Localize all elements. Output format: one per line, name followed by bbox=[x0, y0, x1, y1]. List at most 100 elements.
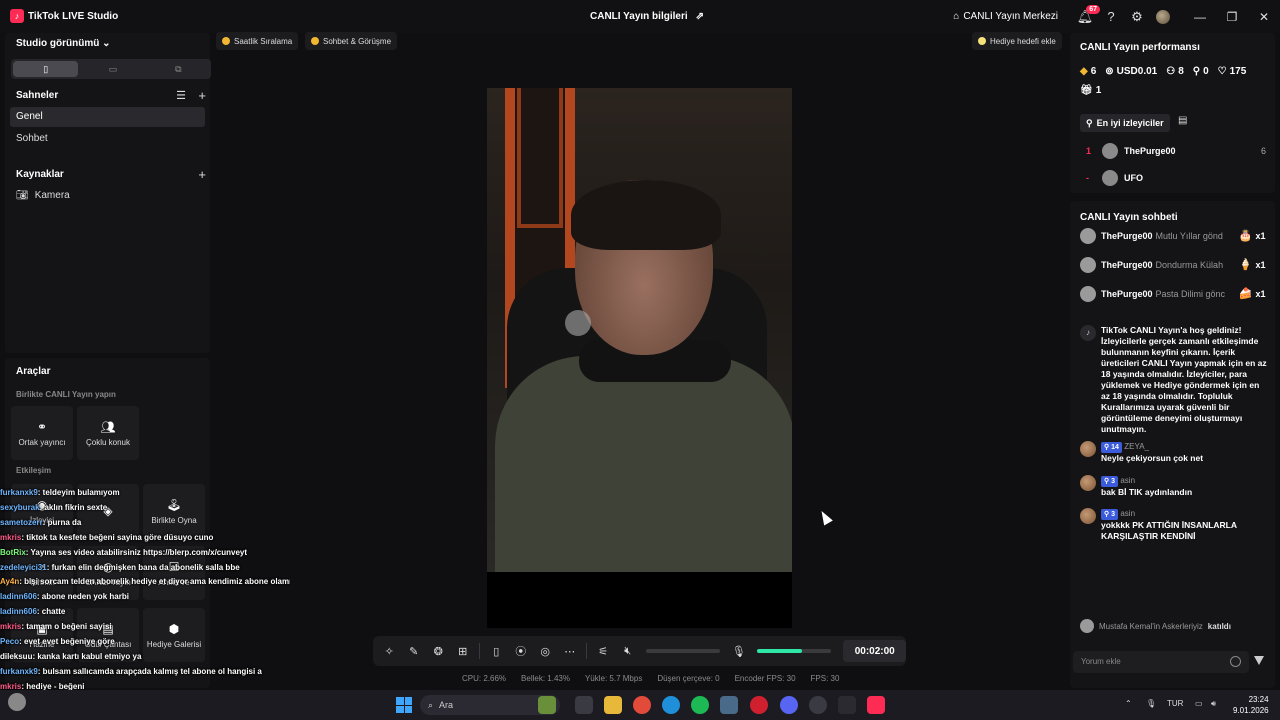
edit-button[interactable]: ✎ bbox=[402, 645, 427, 658]
opera-icon[interactable] bbox=[750, 696, 768, 714]
chat-title: CANLI Yayın sohbeti bbox=[1080, 212, 1178, 223]
studio-view-dropdown[interactable]: Studio görünümü ⌄ bbox=[16, 38, 111, 49]
discord-icon[interactable] bbox=[780, 696, 798, 714]
overlay-chat-line: sametozerr: purna da bbox=[0, 517, 82, 527]
volume-icon[interactable]: 🔊︎ bbox=[1211, 699, 1216, 709]
co-host-button[interactable]: ⚭ Ortak yayıncı bbox=[11, 406, 73, 460]
effects-icon: ❂ bbox=[433, 645, 443, 658]
list-icon[interactable]: ☰ bbox=[176, 89, 186, 102]
gift-icon: 🎁︎ bbox=[1080, 85, 1093, 96]
gift-goal-chip[interactable]: Hediye hedefi ekle bbox=[972, 32, 1062, 50]
snapshot-icon: ◎ bbox=[540, 645, 551, 658]
speaker-mute-button[interactable]: 🔇︎ bbox=[615, 645, 640, 658]
coin-icon: ⊚ bbox=[1105, 66, 1114, 77]
top-viewer-row[interactable]: - UFO bbox=[1086, 170, 1266, 186]
tray-mic-icon[interactable]: 🎙︎ bbox=[1146, 699, 1156, 708]
avatar bbox=[1080, 619, 1094, 633]
emoji-icon[interactable] bbox=[1230, 656, 1241, 667]
gift-message: ThePurge00 Dondurma Külah 🍦 x1 bbox=[1080, 255, 1270, 275]
send-icon[interactable] bbox=[1254, 656, 1264, 665]
taskbar-app-icon[interactable] bbox=[538, 696, 556, 714]
hourly-ranking-chip[interactable]: Saatlik Sıralama bbox=[216, 32, 299, 50]
level-badge: ⚲ 14 bbox=[1101, 442, 1122, 453]
chrome-icon[interactable] bbox=[633, 696, 651, 714]
edge-icon[interactable] bbox=[662, 696, 680, 714]
scenes-header: Sahneler bbox=[16, 90, 59, 101]
portrait-layout-button[interactable]: ▯ bbox=[13, 61, 79, 77]
maximize-button[interactable]: ❐ bbox=[1216, 0, 1248, 33]
join-notice: Mustafa Kemal'in Askerleriyiz katıldı bbox=[1080, 619, 1231, 633]
stream-preview[interactable] bbox=[487, 88, 792, 628]
avatar bbox=[1102, 170, 1118, 186]
file-explorer-icon[interactable] bbox=[604, 696, 622, 714]
gear-icon: ⚙ bbox=[1131, 8, 1143, 24]
overlay-chat-line: zedeleyici31: furkan elin değmişken bana… bbox=[0, 562, 240, 572]
chair-logo-icon bbox=[565, 310, 591, 336]
layout-selector: ▯ ▭ ⧉ bbox=[11, 59, 211, 79]
overlay-chat-line: mkris: tiktok ta kesfete beğeni sayina g… bbox=[0, 532, 214, 542]
mic-volume-slider[interactable] bbox=[756, 649, 832, 653]
obs-icon[interactable] bbox=[809, 696, 827, 714]
stream-timer: 00:02:00 bbox=[843, 640, 907, 662]
live-info-button[interactable]: CANLI Yayın bilgileri ⇗ bbox=[590, 11, 704, 22]
add-media-button[interactable]: ⊞ bbox=[451, 645, 476, 658]
taskbar-clock[interactable]: 23:24 9.01.2026 bbox=[1233, 694, 1269, 716]
spotify-icon[interactable] bbox=[691, 696, 709, 714]
landscape-layout-button[interactable]: ▭ bbox=[80, 59, 145, 79]
add-scene-button[interactable]: + bbox=[198, 88, 206, 103]
more-icon: ⋯ bbox=[564, 645, 576, 658]
portrait-button[interactable]: ▯ bbox=[484, 645, 509, 658]
avatar bbox=[1080, 441, 1096, 457]
scene-item-sohbet[interactable]: Sohbet bbox=[10, 129, 205, 149]
tray-chevron-icon[interactable]: ⌃ bbox=[1125, 699, 1132, 708]
terminal-icon[interactable] bbox=[838, 696, 856, 714]
background-frame bbox=[517, 88, 563, 228]
magic-wand-button[interactable]: ✧ bbox=[377, 645, 402, 658]
users-icon: 👥︎ bbox=[100, 419, 116, 434]
speaker-volume-slider[interactable] bbox=[645, 649, 721, 653]
overlay-chat-line: sexyburak: aklın fikrin sexte bbox=[0, 502, 108, 512]
add-source-button[interactable]: + bbox=[198, 167, 206, 182]
minimize-button[interactable]: — bbox=[1184, 0, 1216, 33]
snapshot-button[interactable]: ◎ bbox=[533, 645, 558, 658]
overlay-chat-line: mkris: tamam o beğeni sayisi bbox=[0, 622, 112, 632]
viewers-stat: ⚇ 8 bbox=[1166, 66, 1184, 77]
steam-icon[interactable] bbox=[720, 696, 738, 714]
profile-button[interactable] bbox=[1150, 4, 1176, 30]
dual-layout-button[interactable]: ⧉ bbox=[146, 59, 211, 79]
comment-input[interactable]: Yorum ekle bbox=[1073, 651, 1249, 673]
live-center-label: CANLI Yayın Merkezi bbox=[963, 11, 1058, 22]
search-icon: ⌕ bbox=[428, 699, 434, 710]
mic-button[interactable]: 🎙︎ bbox=[726, 645, 751, 658]
leaderboard-icon[interactable]: ▤ bbox=[1178, 115, 1187, 126]
effects-button[interactable]: ❂ bbox=[426, 645, 451, 658]
earnings-stat: ⊚ USD0.01 bbox=[1105, 66, 1158, 77]
clock-date: 9.01.2026 bbox=[1233, 706, 1269, 715]
windows-start-icon[interactable] bbox=[396, 697, 412, 713]
help-button[interactable]: ? bbox=[1098, 4, 1124, 30]
more-button[interactable]: ⋯ bbox=[557, 645, 582, 658]
ice-cream-gift-icon: 🍦 bbox=[1238, 259, 1253, 271]
scene-item-genel[interactable]: Genel bbox=[10, 107, 205, 127]
settings-button[interactable]: ⚙ bbox=[1124, 4, 1150, 30]
gift-message: ThePurge00 Pasta Dilimi gönc 🍰 x1 bbox=[1080, 284, 1270, 304]
record-button[interactable]: ⦿ bbox=[508, 643, 533, 659]
task-view-icon[interactable] bbox=[575, 696, 593, 714]
overlay-chat-line: ladinn606: chatte bbox=[0, 607, 66, 617]
notification-button[interactable]: 🔔︎ 67 bbox=[1072, 4, 1100, 30]
weather-icon[interactable] bbox=[8, 693, 26, 711]
performance-stats: CPU: 2.66% Bellek: 1.43% Yükle: 5.7 Mbps… bbox=[462, 674, 839, 683]
source-item-camera[interactable]: 📷︎ Kamera bbox=[16, 190, 70, 201]
chat-call-chip[interactable]: Sohbet & Görüşme bbox=[305, 32, 398, 50]
live-center-button[interactable]: ⌂ CANLI Yayın Merkezi bbox=[953, 11, 1058, 22]
stream-control-bar: ✧ ✎ ❂ ⊞ ▯ ⦿ ◎ ⋯ ⚟ 🔇︎ 🎙︎ 00:02:00 bbox=[373, 636, 907, 666]
diamonds-stat: ◆ 6 bbox=[1080, 66, 1097, 77]
language-indicator[interactable]: TUR bbox=[1167, 699, 1183, 708]
network-icon[interactable]: ▭ bbox=[1195, 699, 1203, 708]
top-viewers-tab[interactable]: ⚲ En iyi izleyiciler bbox=[1080, 114, 1170, 132]
top-viewer-row[interactable]: 1 ThePurge00 6 bbox=[1086, 143, 1266, 159]
close-button[interactable]: ✕ bbox=[1248, 0, 1280, 33]
mixer-button[interactable]: ⚟ bbox=[591, 645, 616, 658]
multi-guest-button[interactable]: 👥︎ Çoklu konuk bbox=[77, 406, 139, 460]
tiktok-live-studio-icon[interactable] bbox=[867, 696, 885, 714]
